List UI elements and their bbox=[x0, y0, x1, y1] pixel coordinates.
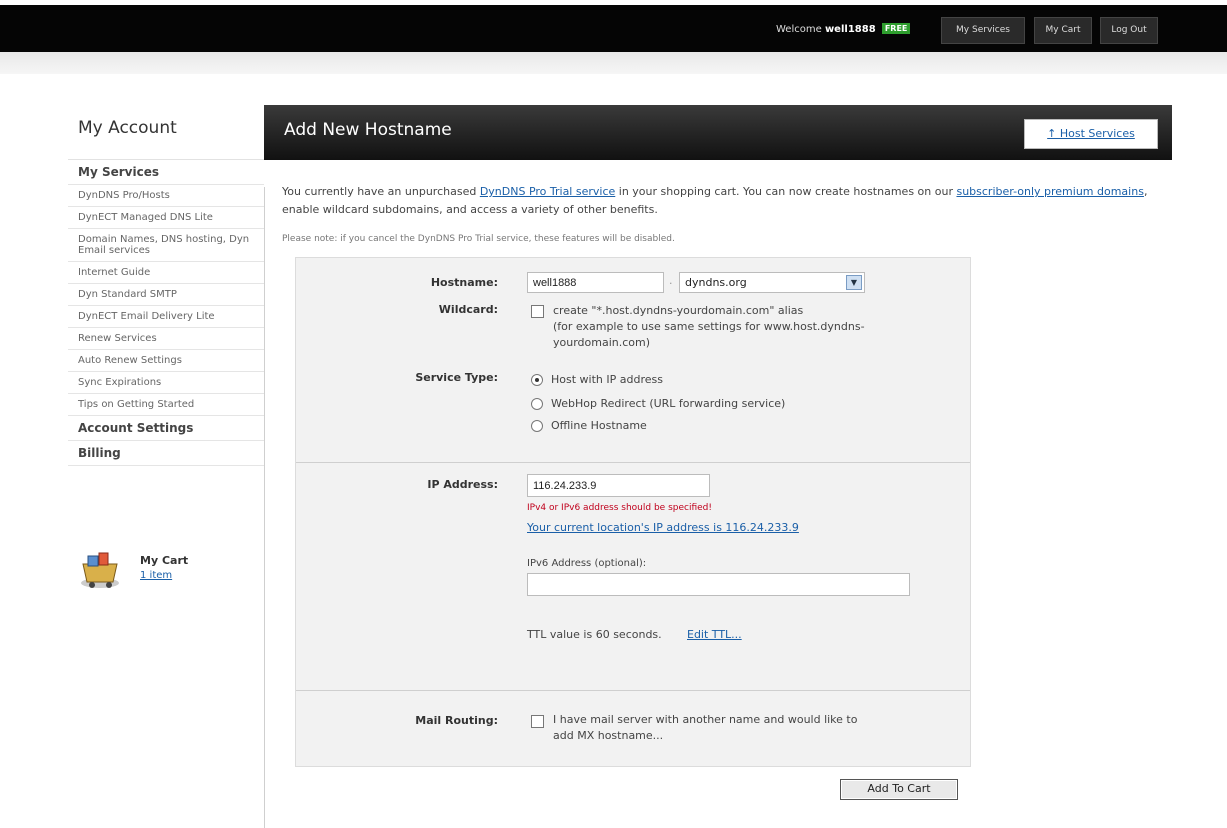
wildcard-checkbox[interactable] bbox=[531, 305, 544, 318]
wildcard-text-1: create "*.host.dyndns-yourdomain.com" al… bbox=[553, 304, 804, 317]
sidebar-divider bbox=[264, 187, 265, 828]
current-ip-link[interactable]: Your current location's IP address is 11… bbox=[527, 520, 799, 535]
sidebar-item-sync-expirations[interactable]: Sync Expirations bbox=[68, 372, 264, 394]
sidebar-item-auto-renew-settings[interactable]: Auto Renew Settings bbox=[68, 350, 264, 372]
service-radio-webhop[interactable] bbox=[531, 398, 543, 410]
wildcard-label: Wildcard: bbox=[438, 303, 498, 316]
wildcard-text-3: yourdomain.com) bbox=[553, 336, 651, 349]
sidebar-item-dyndns-pro-hosts[interactable]: DynDNS Pro/Hosts bbox=[68, 185, 264, 207]
cancel-note: Please note: if you cancel the DynDNS Pr… bbox=[282, 234, 675, 244]
cart-icon bbox=[81, 552, 119, 588]
cart-label: My Cart bbox=[140, 554, 189, 567]
account-badge: FREE bbox=[881, 23, 911, 34]
sidebar-item-dynect-managed-dns-lite[interactable]: DynECT Managed DNS Lite bbox=[68, 207, 264, 229]
mail-routing-text-1: I have mail server with another name and… bbox=[553, 713, 858, 726]
service-radio-host[interactable] bbox=[531, 374, 543, 386]
sidebar-item-internet-guide[interactable]: Internet Guide bbox=[68, 262, 264, 284]
sidebar-item-tips-on-getting-started[interactable]: Tips on Getting Started bbox=[68, 394, 264, 416]
cart-items-link[interactable]: 1 item bbox=[140, 570, 172, 581]
premium-domains-link[interactable]: subscriber-only premium domains bbox=[956, 185, 1143, 198]
intro-part-1: You currently have an unpurchased bbox=[282, 185, 480, 198]
add-to-cart-button[interactable]: Add To Cart bbox=[840, 779, 958, 800]
ip-address-input[interactable] bbox=[527, 474, 710, 497]
pro-trial-link[interactable]: DynDNS Pro Trial service bbox=[480, 185, 615, 198]
sidebar-item-dynect-email-delivery-lite[interactable]: DynECT Email Delivery Lite bbox=[68, 306, 264, 328]
domain-separator: · bbox=[669, 277, 673, 290]
page-title: Add New Hostname bbox=[284, 120, 452, 140]
form-divider bbox=[296, 462, 970, 463]
sidebar-title: My Account bbox=[68, 118, 264, 160]
intro-part-2: in your shopping cart. You can now creat… bbox=[615, 185, 957, 198]
sidebar-item-billing[interactable]: Billing bbox=[68, 441, 264, 466]
sidebar-item-domain-names-dns-hosting-dyn-email-services[interactable]: Domain Names, DNS hosting, Dyn Email ser… bbox=[68, 229, 264, 262]
service-option-host: Host with IP address bbox=[551, 373, 663, 386]
wildcard-text-2: (for example to use same settings for ww… bbox=[553, 320, 865, 333]
sidebar-menu: My Services DynDNS Pro/Hosts DynECT Manage… bbox=[68, 160, 264, 466]
sidebar: My Account My Services DynDNS Pro/Hosts Dy… bbox=[68, 118, 264, 588]
domain-select[interactable]: dyndns.org ▼ bbox=[679, 272, 865, 293]
welcome-message: Welcome well1888 FREE bbox=[776, 23, 911, 35]
top-navigation-bar: Welcome well1888 FREE My Services My Car… bbox=[0, 5, 1227, 52]
service-radio-offline[interactable] bbox=[531, 420, 543, 432]
sidebar-item-dyn-standard-smtp[interactable]: Dyn Standard SMTP bbox=[68, 284, 264, 306]
domain-select-value: dyndns.org bbox=[685, 276, 747, 289]
ip-address-label: IP Address: bbox=[427, 478, 498, 491]
hostname-label: Hostname: bbox=[430, 276, 498, 289]
service-option-offline: Offline Hostname bbox=[551, 419, 647, 432]
ipv6-address-input[interactable] bbox=[527, 573, 910, 596]
service-option-webhop: WebHop Redirect (URL forwarding service) bbox=[551, 397, 786, 410]
service-type-label: Service Type: bbox=[415, 371, 498, 384]
my-services-button[interactable]: My Services bbox=[941, 17, 1025, 44]
form-divider-2 bbox=[296, 690, 970, 691]
header-stripe bbox=[0, 52, 1227, 74]
hostname-input[interactable] bbox=[527, 272, 664, 293]
chevron-down-icon[interactable]: ▼ bbox=[846, 275, 862, 290]
welcome-prefix: Welcome bbox=[776, 24, 822, 35]
hostname-form: Hostname: · dyndns.org ▼ Wildcard: creat… bbox=[295, 257, 971, 767]
intro-text: You currently have an unpurchased DynDNS… bbox=[282, 183, 1172, 219]
ipv6-label: IPv6 Address (optional): bbox=[527, 558, 647, 569]
sidebar-item-account-settings[interactable]: Account Settings bbox=[68, 416, 264, 441]
username: well1888 bbox=[824, 24, 876, 35]
my-cart-button[interactable]: My Cart bbox=[1034, 17, 1092, 44]
ip-error-message: IPv4 or IPv6 address should be specified… bbox=[527, 503, 712, 513]
page-header: Add New Hostname ↑ Host Services bbox=[264, 105, 1172, 160]
host-services-link[interactable]: ↑ Host Services bbox=[1024, 119, 1158, 149]
edit-ttl-link[interactable]: Edit TTL... bbox=[687, 627, 742, 642]
sidebar-item-my-services[interactable]: My Services bbox=[68, 160, 264, 185]
log-out-button[interactable]: Log Out bbox=[1100, 17, 1158, 44]
ttl-text: TTL value is 60 seconds. bbox=[527, 628, 662, 641]
mail-routing-text-2: add MX hostname... bbox=[553, 729, 664, 742]
mail-routing-label: Mail Routing: bbox=[415, 714, 498, 727]
mail-routing-checkbox[interactable] bbox=[531, 715, 544, 728]
sidebar-item-renew-services[interactable]: Renew Services bbox=[68, 328, 264, 350]
